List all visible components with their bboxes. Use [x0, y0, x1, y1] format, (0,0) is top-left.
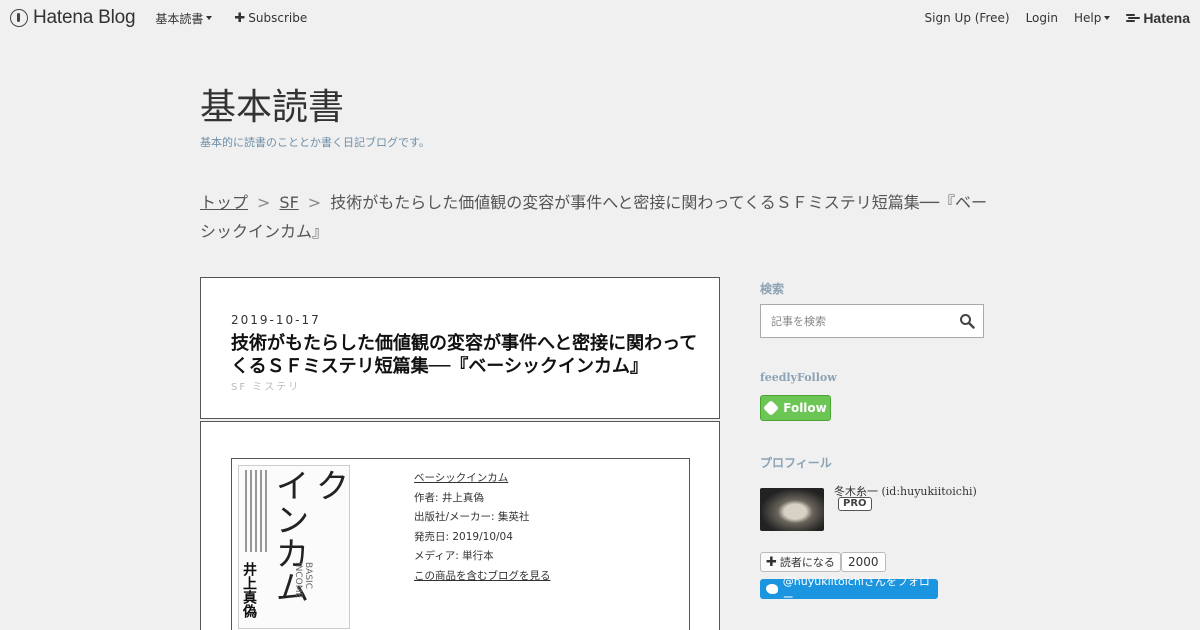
blog-menu[interactable]: 基本読書	[155, 10, 213, 27]
search-input[interactable]	[771, 305, 951, 337]
blog-menu-label: 基本読書	[155, 11, 204, 26]
entry-header: 2019-10-17 技術がもたらした価値観の変容が事件へと密接に関わってくるＳ…	[200, 277, 720, 419]
cover-blurb	[245, 470, 267, 552]
entry-content: ベーシック インカム BASIC INCOME 井上真偽 ベーシックインカム 作…	[200, 421, 720, 630]
hatena-logo-text: Hatena	[1143, 10, 1190, 26]
blog-title[interactable]: 基本読書	[200, 86, 344, 130]
chevron-down-icon	[1104, 16, 1111, 20]
product-publisher: 出版社/メーカー: 集英社	[414, 511, 530, 523]
feedly-icon	[763, 400, 780, 416]
breadcrumb-sf[interactable]: SF	[279, 193, 298, 212]
entry-date[interactable]: 2019-10-17	[231, 313, 321, 327]
product-blogs-link[interactable]: この商品を含むブログを見る	[414, 570, 551, 582]
feedly-follow-button[interactable]: Follow	[760, 395, 831, 421]
hatena-mark-icon	[1126, 13, 1141, 23]
breadcrumb-top[interactable]: トップ	[200, 193, 248, 212]
search-heading: 検索	[760, 282, 785, 296]
breadcrumb: トップ > SF > 技術がもたらした価値観の変容が事件へと密接に関わってくるＳＦミステ…	[200, 188, 1000, 246]
entry-title[interactable]: 技術がもたらした価値観の変容が事件へと密接に関わってくるＳＦミステリ短篇集──『…	[231, 332, 701, 378]
hatena-blog-icon	[10, 9, 28, 27]
hatena-logo[interactable]: Hatena	[1126, 10, 1190, 26]
plus-icon: ✚	[766, 554, 777, 570]
help-menu[interactable]: Help	[1073, 11, 1111, 25]
profile-heading: プロフィール	[760, 456, 832, 470]
search-icon[interactable]	[959, 313, 975, 329]
product-author: 作者: 井上真偽	[414, 491, 484, 504]
category-sf[interactable]: SF	[231, 382, 247, 393]
reader-button-label: 読者になる	[779, 556, 835, 569]
book-cover-image[interactable]: ベーシック インカム BASIC INCOME 井上真偽	[238, 465, 350, 629]
help-label: Help	[1073, 11, 1102, 25]
product-info: ベーシックインカム 作者: 井上真偽 出版社/メーカー: 集英社 発売日: 20…	[414, 469, 551, 586]
header-left: Hatena Blog 基本読書 ✚ Subscribe	[10, 0, 329, 36]
login-link[interactable]: Login	[1026, 11, 1058, 25]
global-header: Hatena Blog 基本読書 ✚ Subscribe Sign Up (Fr…	[0, 0, 1200, 36]
twitter-follow-button[interactable]: @huyukiitoichiさんをフォロー	[760, 575, 938, 604]
blog-description: 基本的に読書のこととか書く日記ブログです。	[200, 136, 430, 149]
plus-icon: ✚	[234, 10, 246, 26]
brand-text: Hatena Blog	[33, 7, 136, 28]
signup-link[interactable]: Sign Up (Free)	[925, 11, 1010, 25]
avatar[interactable]	[760, 488, 824, 531]
chevron-down-icon	[206, 16, 213, 20]
feedly-heading: feedlyFollow	[760, 371, 837, 384]
subscribe-label: Subscribe	[248, 11, 308, 25]
pro-badge[interactable]: PRO	[838, 497, 872, 511]
twitter-follow-label: @huyukiitoichiさんをフォロー	[782, 575, 930, 604]
header-right: Sign Up (Free) Login Help Hatena	[909, 0, 1190, 36]
feedly-follow-label: Follow	[783, 401, 827, 415]
subscribe-reader-button[interactable]: ✚ 読者になる	[760, 552, 841, 572]
search-form	[760, 304, 984, 338]
subscribe-button[interactable]: ✚ Subscribe	[234, 11, 307, 26]
product-release-date: 発売日: 2019/10/04	[414, 530, 513, 543]
product-media: メディア: 単行本	[414, 550, 494, 562]
category-mystery[interactable]: ミステリ	[252, 382, 300, 393]
cover-title-1: ベーシック	[309, 468, 349, 604]
cover-english-title: BASIC INCOME	[293, 562, 313, 599]
reader-count: 2000	[841, 552, 886, 572]
product-box: ベーシック インカム BASIC INCOME 井上真偽 ベーシックインカム 作…	[231, 458, 690, 630]
entry-categories: SF ミステリ	[231, 378, 300, 393]
product-title-link[interactable]: ベーシックインカム	[414, 472, 508, 484]
hatena-blog-logo[interactable]: Hatena Blog	[10, 7, 136, 29]
breadcrumb-separator: >	[307, 193, 322, 212]
breadcrumb-separator: >	[257, 193, 271, 212]
twitter-bird-icon	[766, 584, 778, 594]
cover-author: 井上真偽	[241, 562, 257, 618]
